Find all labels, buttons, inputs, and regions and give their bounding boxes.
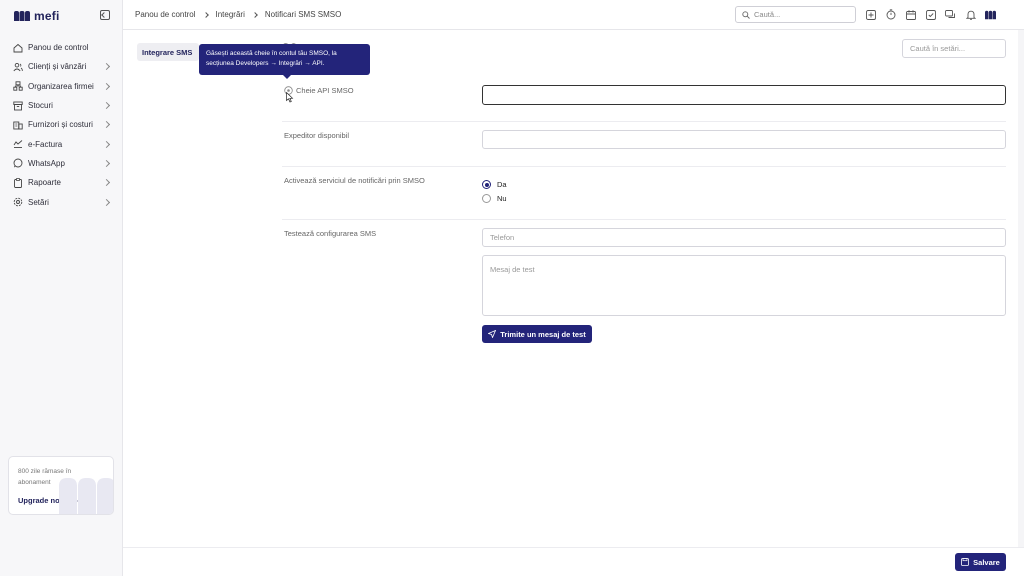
top-bar: Panou de control Integrări Notificari SM… — [123, 0, 1024, 30]
sidebar-item-label: Clienți și vânzări — [28, 62, 87, 72]
send-test-message-button[interactable]: Trimite un mesaj de test — [482, 325, 592, 343]
whatsapp-icon — [13, 158, 23, 168]
mouse-cursor-icon — [286, 92, 294, 103]
sidebar-item-clienti[interactable]: Clienți și vânzări — [0, 57, 123, 76]
logo-watermark — [59, 478, 113, 514]
sidebar-item-whatsapp[interactable]: WhatsApp — [0, 154, 123, 173]
sidebar-item-label: Panou de control — [28, 43, 89, 53]
chat-icon[interactable] — [945, 9, 956, 20]
chevron-right-icon — [202, 11, 209, 18]
chevron-right-icon — [102, 101, 111, 110]
sidebar-item-label: Stocuri — [28, 101, 53, 111]
api-key-label-row: Cheie API SMSO — [284, 86, 354, 95]
divider — [282, 121, 1006, 122]
calendar-icon[interactable] — [905, 9, 916, 20]
collapse-sidebar-icon[interactable] — [100, 10, 110, 20]
sender-label-text: Expeditor disponibil — [284, 131, 350, 140]
top-actions — [865, 9, 996, 20]
gear-icon — [13, 197, 23, 207]
bell-icon[interactable] — [965, 9, 976, 20]
search-input[interactable] — [754, 10, 849, 19]
chevron-right-icon — [102, 140, 111, 148]
sidebar-item-rapoarte[interactable]: Rapoarte — [0, 173, 123, 192]
sender-label: Expeditor disponibil — [284, 131, 349, 140]
sender-input[interactable] — [482, 130, 1006, 149]
chevron-right-icon — [252, 11, 258, 18]
sidebar-item-label: Setări — [28, 197, 49, 207]
footer-bar — [123, 547, 1024, 576]
activate-label-text: Activează serviciul de notificări prin S… — [284, 176, 425, 185]
sidebar-item-label: Furnizori și costuri — [28, 120, 93, 130]
chevron-right-icon — [102, 198, 111, 206]
task-check-icon[interactable] — [925, 9, 936, 20]
send-button-label: Trimite un mesaj de test — [500, 329, 586, 339]
logo-text: mefi — [34, 9, 60, 23]
logo[interactable]: mefi — [14, 9, 59, 23]
divider — [282, 166, 1006, 167]
radio-option-da[interactable]: Da — [482, 180, 507, 189]
org-icon — [13, 81, 23, 91]
sidebar-item-efactura[interactable]: e-Factura — [0, 134, 123, 153]
breadcrumb-item[interactable]: Panou de control — [135, 10, 196, 19]
test-label: Testează configurarea SMS — [284, 229, 376, 238]
phone-input[interactable] — [482, 228, 1006, 247]
breadcrumb: Panou de control Integrări Notificari SM… — [135, 10, 341, 19]
chevron-right-icon — [102, 82, 111, 90]
scrollbar[interactable] — [1018, 30, 1024, 547]
sidebar-nav: Panou de control Clienți și vânzări Orga… — [0, 38, 123, 212]
test-label-text: Testează configurarea SMS — [284, 229, 377, 238]
radio-option-nu[interactable]: Nu — [482, 194, 507, 203]
supplier-icon — [13, 120, 23, 130]
users-icon — [13, 62, 23, 72]
api-key-input[interactable] — [482, 85, 1006, 105]
chevron-right-icon — [102, 121, 111, 129]
box-icon — [13, 101, 23, 111]
timer-icon[interactable] — [885, 9, 896, 20]
sidebar-item-label: Rapoarte — [28, 178, 61, 188]
sidebar-item-stocuri[interactable]: Stocuri — [0, 96, 123, 115]
chevron-right-icon — [102, 179, 111, 187]
save-button[interactable]: Salvare — [955, 553, 1006, 571]
tooltip: Găsești această cheie în contul tău SMSO… — [199, 44, 370, 79]
sidebar-item-furnizori[interactable]: Furnizori și costuri — [0, 115, 123, 134]
radio-button[interactable] — [482, 194, 491, 203]
search-icon — [742, 10, 750, 19]
efactura-icon — [13, 139, 23, 149]
sidebar-item-label: e-Factura — [28, 139, 63, 149]
add-icon[interactable] — [865, 9, 876, 20]
logo-icon — [14, 10, 30, 21]
radio-button-checked[interactable] — [482, 180, 491, 189]
send-icon — [488, 330, 497, 338]
upgrade-card: 800 zile rămase în abonament Upgrade now — [8, 456, 114, 515]
chevron-right-icon — [102, 63, 111, 71]
radio-label: Da — [497, 180, 507, 189]
radio-label: Nu — [497, 194, 507, 203]
sidebar: mefi Panou de control Clienți și vânzări… — [0, 0, 123, 576]
activate-label: Activează serviciul de notificări prin S… — [284, 176, 425, 185]
breadcrumb-item[interactable]: Integrări — [216, 10, 245, 19]
api-key-label: Cheie API SMSO — [296, 86, 354, 95]
sidebar-item-label: WhatsApp — [28, 158, 65, 168]
chevron-right-icon — [102, 159, 111, 167]
global-search[interactable] — [735, 6, 856, 23]
save-icon — [961, 558, 970, 566]
settings-search-input[interactable] — [902, 39, 1006, 58]
sidebar-item-organizare[interactable]: Organizarea firmei — [0, 77, 123, 96]
breadcrumb-item-current: Notificari SMS SMSO — [264, 10, 342, 19]
sidebar-item-label: Organizarea firmei — [28, 81, 94, 91]
account-logo-icon[interactable] — [985, 9, 996, 20]
sidebar-item-setari[interactable]: Setări — [0, 192, 123, 211]
save-button-label: Salvare — [973, 557, 1000, 567]
subnav-item-integrare-sms[interactable]: Integrare SMS — [137, 43, 199, 61]
divider — [282, 219, 1006, 220]
test-message-textarea[interactable] — [482, 255, 1006, 316]
home-icon — [13, 43, 23, 53]
sidebar-item-panou[interactable]: Panou de control — [0, 38, 123, 57]
clipboard-icon — [13, 177, 23, 188]
